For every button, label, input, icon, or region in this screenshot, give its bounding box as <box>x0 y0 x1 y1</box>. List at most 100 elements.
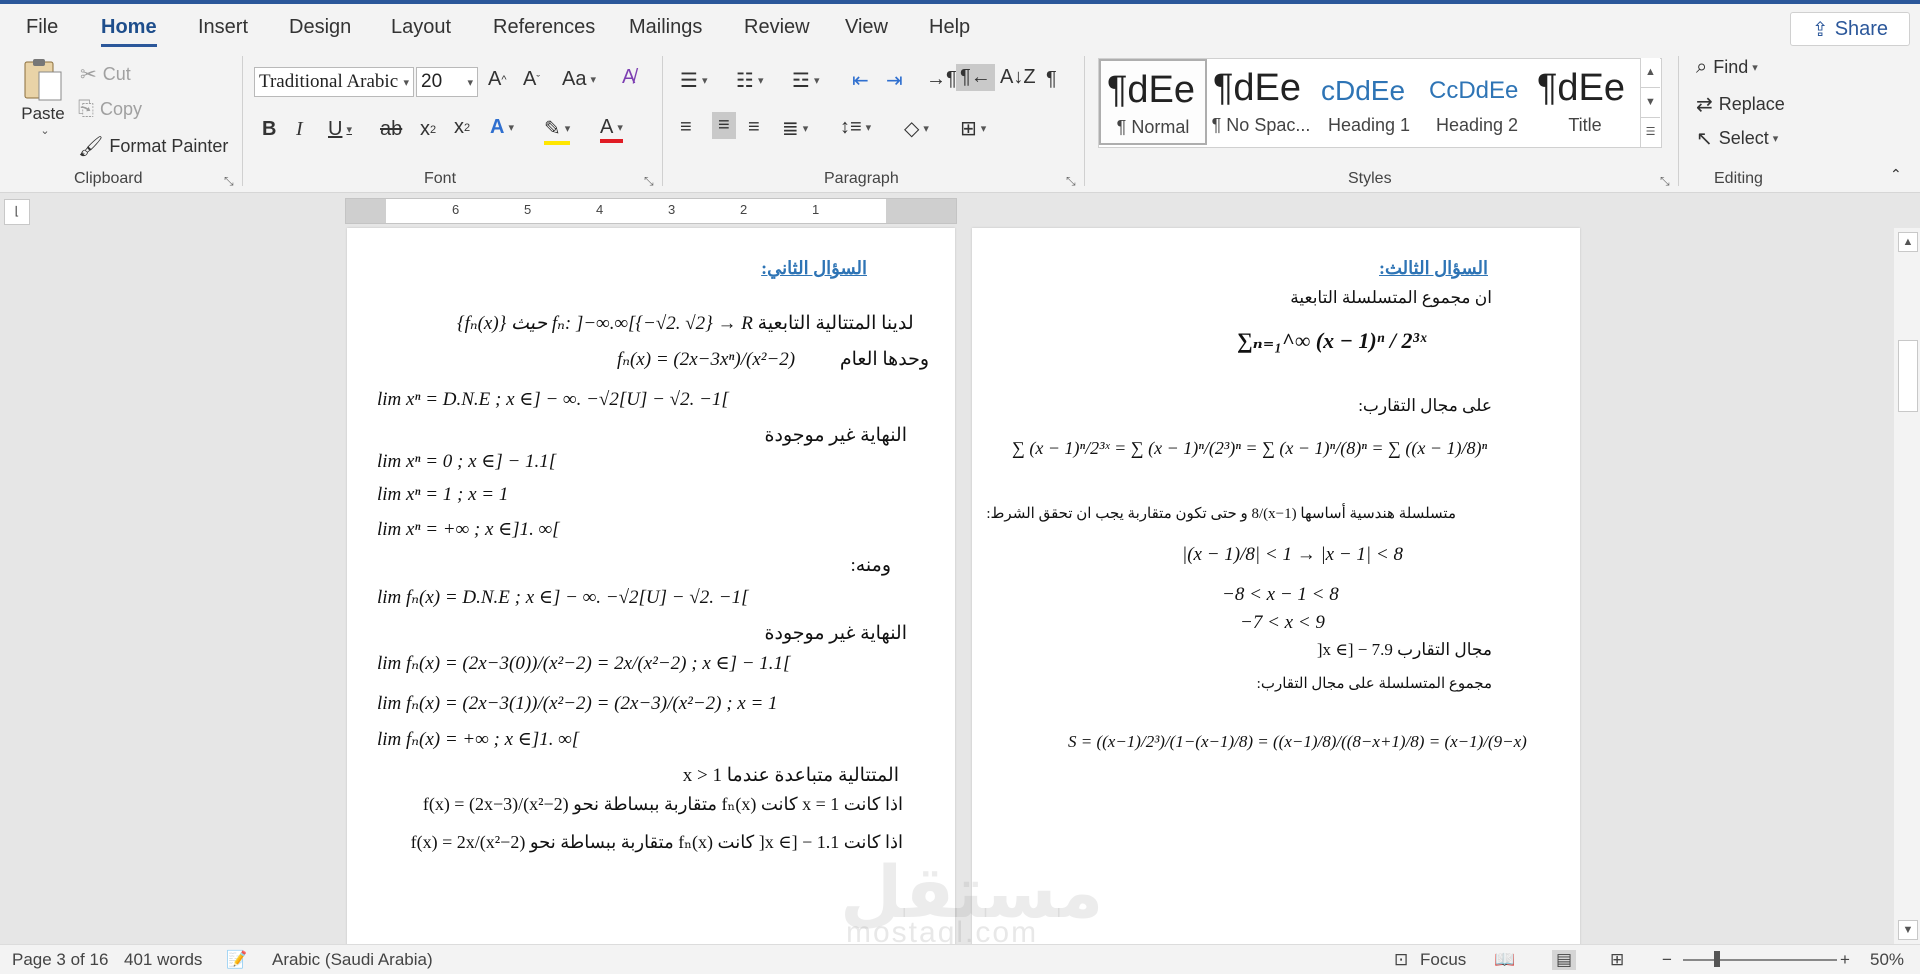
scroll-thumb[interactable] <box>1898 340 1918 412</box>
shrink-font-icon[interactable]: Aˇ <box>523 68 540 91</box>
font-color-icon[interactable]: A ▾ <box>600 116 623 143</box>
increase-indent-icon[interactable]: ⇥ <box>886 68 903 93</box>
rtl-direction-icon[interactable]: ¶← <box>956 64 995 91</box>
grow-font-icon[interactable]: A ^ <box>488 68 507 91</box>
paragraph-group-label: Paragraph <box>824 170 899 187</box>
font-name-select[interactable]: Traditional Arabic ▾ <box>254 67 414 97</box>
zoom-slider-thumb[interactable] <box>1714 951 1720 967</box>
superscript-icon[interactable]: x2 <box>454 116 470 139</box>
line-spacing-icon[interactable]: ↕≡ ▾ <box>840 116 871 139</box>
scroll-down-icon[interactable]: ▼ <box>1898 920 1918 940</box>
style-normal[interactable]: ¶dEe ¶ Normal <box>1099 59 1207 145</box>
tab-file[interactable]: File <box>26 16 58 39</box>
proofing-icon[interactable]: 📝 <box>226 950 247 970</box>
tab-home[interactable]: Home <box>101 16 157 47</box>
tab-design[interactable]: Design <box>289 16 351 39</box>
chevron-down-icon: ▾ <box>467 77 473 89</box>
subscript-icon[interactable]: x2 <box>420 118 436 141</box>
text-effects-icon[interactable]: A ▾ <box>490 116 514 139</box>
vertical-scrollbar[interactable]: ▲ ▼ <box>1894 228 1920 944</box>
doc-line: ومنه: <box>850 555 891 576</box>
search-icon: ⌕ <box>1696 56 1708 78</box>
decrease-indent-icon[interactable]: ⇤ <box>852 68 869 93</box>
group-separator <box>1084 56 1085 186</box>
select-button[interactable]: ↖ Select ▾ <box>1696 126 1778 151</box>
tab-layout[interactable]: Layout <box>391 16 451 39</box>
multilevel-list-icon[interactable]: ☲ ▾ <box>792 68 819 93</box>
tab-help[interactable]: Help <box>929 16 970 39</box>
style-no-spacing[interactable]: ¶dEe ¶ No Spac... <box>1207 59 1315 145</box>
borders-icon[interactable]: ⊞ ▾ <box>960 116 986 141</box>
italic-icon[interactable]: I <box>296 118 303 141</box>
align-center-icon[interactable]: ≡ <box>712 112 736 139</box>
styles-launcher-icon[interactable]: ⤡ <box>1660 174 1670 189</box>
shading-icon[interactable]: ◇ ▾ <box>904 116 929 141</box>
paste-button[interactable]: Paste ⌄ <box>20 58 66 137</box>
doc-line: مجموع المتسلسلة على مجال التقارب: <box>1256 676 1492 692</box>
zoom-level[interactable]: 50% <box>1870 950 1904 970</box>
highlight-icon[interactable]: ✎ ▾ <box>544 116 571 145</box>
cut-button[interactable]: ✂ Cut <box>80 62 131 87</box>
zoom-slider[interactable] <box>1683 959 1837 961</box>
format-painter-button[interactable]: 🖌 Format Painter <box>78 134 228 159</box>
share-button[interactable]: ⇪ Share <box>1790 12 1910 46</box>
paste-dropdown-icon[interactable]: ⌄ <box>40 124 49 137</box>
align-right-icon[interactable]: ≡ <box>748 116 760 139</box>
focus-button[interactable]: Focus <box>1420 950 1466 970</box>
collapse-ribbon-icon[interactable]: ⌃ <box>1890 166 1902 183</box>
underline-icon[interactable]: U ▾ <box>328 118 352 141</box>
paragraph-launcher-icon[interactable]: ⤡ <box>1066 174 1076 189</box>
find-button[interactable]: ⌕ Find ▾ <box>1696 56 1758 79</box>
font-group-label: Font <box>424 170 457 187</box>
show-marks-icon[interactable]: ¶ <box>1046 68 1057 91</box>
zoom-out-icon[interactable]: − <box>1662 950 1672 970</box>
chevron-up-icon[interactable]: ▲ <box>1640 58 1660 88</box>
page-count[interactable]: Page 3 of 16 <box>12 950 108 970</box>
font-launcher-icon[interactable]: ⤡ <box>644 174 654 189</box>
replace-button[interactable]: ⇄ Replace <box>1696 92 1785 117</box>
chevron-down-icon[interactable]: ▼ <box>1640 88 1660 118</box>
print-layout-icon[interactable]: ▤ <box>1552 950 1577 970</box>
styles-scroll: ▲ ▼ ☰ <box>1640 58 1660 148</box>
status-bar: Page 3 of 16 401 words 📝 Arabic (Saudi A… <box>0 944 1920 974</box>
bold-icon[interactable]: B <box>262 118 276 141</box>
style-title[interactable]: ¶dEe Title <box>1531 59 1639 145</box>
ltr-direction-icon[interactable]: →¶ <box>926 68 957 91</box>
tab-selector-icon[interactable]: ⌊ <box>4 199 30 225</box>
style-heading-1[interactable]: cDdEe Heading 1 <box>1315 59 1423 145</box>
language-indicator[interactable]: Arabic (Saudi Arabia) <box>272 950 433 970</box>
tab-view[interactable]: View <box>845 16 888 39</box>
clipboard-launcher-icon[interactable]: ⤡ <box>224 174 234 189</box>
clipboard-group-label: Clipboard <box>74 170 143 187</box>
justify-icon[interactable]: ≣ ▾ <box>782 116 808 141</box>
font-size-select[interactable]: 20 ▾ <box>416 67 478 97</box>
web-layout-icon[interactable]: ⊞ <box>1610 950 1624 970</box>
question-two-heading: السؤال الثاني: <box>761 258 867 278</box>
focus-icon[interactable]: ⊡ <box>1394 950 1408 970</box>
read-mode-icon[interactable]: 📖 <box>1494 950 1515 970</box>
style-heading-2[interactable]: CcDdEe Heading 2 <box>1423 59 1531 145</box>
tab-mailings[interactable]: Mailings <box>629 16 702 39</box>
tab-insert[interactable]: Insert <box>198 16 248 39</box>
doc-line: lim xⁿ = 0 ; x ∈] − 1.1[ <box>377 451 557 472</box>
numbering-icon[interactable]: ☷ ▾ <box>736 68 763 93</box>
copy-button[interactable]: ⎘ Copy <box>78 98 142 121</box>
clear-formatting-icon[interactable]: A̸ <box>622 66 635 89</box>
bullets-icon[interactable]: ☰ ▾ <box>680 68 707 93</box>
horizontal-ruler[interactable]: 6 5 4 3 2 1 <box>345 198 957 224</box>
word-count[interactable]: 401 words <box>124 950 202 970</box>
change-case-icon[interactable]: Aa ▾ <box>562 68 596 91</box>
styles-group-label: Styles <box>1348 170 1392 187</box>
align-left-icon[interactable]: ≡ <box>680 116 692 139</box>
scroll-up-icon[interactable]: ▲ <box>1898 232 1918 252</box>
more-styles-icon[interactable]: ☰ <box>1640 118 1660 148</box>
zoom-in-icon[interactable]: + <box>1840 950 1850 970</box>
sort-icon[interactable]: A↓Z <box>1000 66 1036 89</box>
ribbon-tabs: File Home Insert Design Layout Reference… <box>0 4 1920 50</box>
copy-icon: ⎘ <box>78 98 94 120</box>
group-separator <box>242 56 243 186</box>
strikethrough-icon[interactable]: ab <box>380 118 402 141</box>
paste-label: Paste <box>21 104 65 123</box>
tab-review[interactable]: Review <box>744 16 810 39</box>
tab-references[interactable]: References <box>493 16 595 39</box>
